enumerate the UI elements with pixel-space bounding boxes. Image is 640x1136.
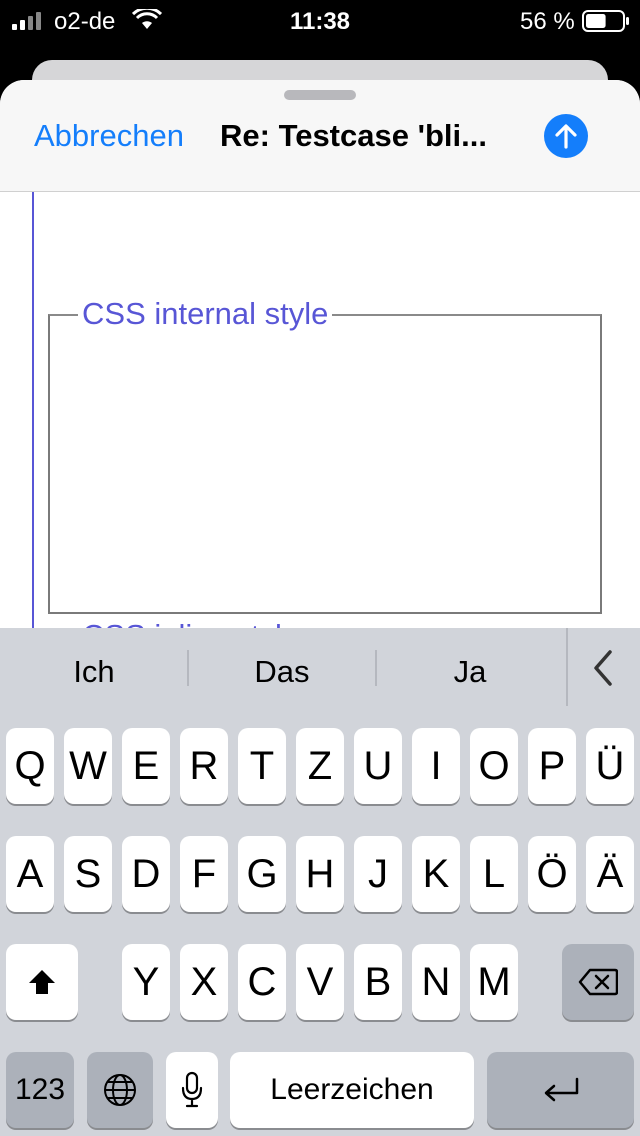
battery-icon xyxy=(582,10,629,32)
battery-percentage: 56 % xyxy=(520,8,575,35)
shift-key[interactable] xyxy=(6,944,78,1020)
key[interactable]: I xyxy=(412,728,460,804)
suggestion-divider xyxy=(566,628,568,706)
return-icon xyxy=(544,1077,578,1102)
key[interactable]: F xyxy=(180,836,228,912)
key[interactable]: E xyxy=(122,728,170,804)
key[interactable]: U xyxy=(354,728,402,804)
key[interactable]: Z xyxy=(296,728,344,804)
compose-header: Abbrechen Re: Testcase 'bli... xyxy=(0,80,640,192)
key[interactable]: C xyxy=(238,944,286,1020)
fieldset-legend: CSS internal style xyxy=(78,296,333,332)
key[interactable]: T xyxy=(238,728,286,804)
key[interactable]: H xyxy=(296,836,344,912)
key[interactable]: Y xyxy=(122,944,170,1020)
cancel-button[interactable]: Abbrechen xyxy=(34,118,184,154)
sheet-grabber[interactable] xyxy=(284,90,356,100)
keyboard: Ich Das Ja Q W E R T Z U I O P Ü A S D F… xyxy=(0,628,640,1136)
fieldset-box xyxy=(48,314,602,614)
key[interactable]: W xyxy=(64,728,112,804)
numbers-key[interactable]: 123 xyxy=(6,1052,74,1128)
key[interactable]: R xyxy=(180,728,228,804)
key[interactable]: M xyxy=(470,944,518,1020)
key[interactable]: P xyxy=(528,728,576,804)
key[interactable]: G xyxy=(238,836,286,912)
suggestion-1[interactable]: Ich xyxy=(0,648,188,696)
key[interactable]: X xyxy=(180,944,228,1020)
send-button[interactable] xyxy=(544,114,588,158)
key[interactable]: O xyxy=(470,728,518,804)
key[interactable]: N xyxy=(412,944,460,1020)
suggestion-3[interactable]: Ja xyxy=(376,648,564,696)
key[interactable]: Q xyxy=(6,728,54,804)
key[interactable]: V xyxy=(296,944,344,1020)
key[interactable]: B xyxy=(354,944,402,1020)
status-bar: o2-de 11:38 56 % xyxy=(0,0,640,42)
return-key[interactable] xyxy=(487,1052,634,1128)
globe-icon xyxy=(104,1074,136,1106)
shift-icon xyxy=(29,970,55,994)
send-arrow-icon xyxy=(555,124,577,149)
backspace-icon xyxy=(578,968,618,996)
key[interactable]: Ä xyxy=(586,836,634,912)
subject-title: Re: Testcase 'bli... xyxy=(220,118,487,153)
key[interactable]: S xyxy=(64,836,112,912)
key[interactable]: J xyxy=(354,836,402,912)
key[interactable]: Ö xyxy=(528,836,576,912)
globe-key[interactable] xyxy=(87,1052,153,1128)
space-key[interactable]: Leerzeichen xyxy=(230,1052,474,1128)
key[interactable]: K xyxy=(412,836,460,912)
key[interactable]: L xyxy=(470,836,518,912)
quote-bar xyxy=(32,192,34,652)
key[interactable]: A xyxy=(6,836,54,912)
dictation-key[interactable] xyxy=(166,1052,218,1128)
microphone-icon xyxy=(181,1071,203,1108)
chevron-left-icon[interactable] xyxy=(588,648,618,688)
suggestion-2[interactable]: Das xyxy=(188,648,376,696)
backspace-key[interactable] xyxy=(562,944,634,1020)
key[interactable]: Ü xyxy=(586,728,634,804)
key[interactable]: D xyxy=(122,836,170,912)
